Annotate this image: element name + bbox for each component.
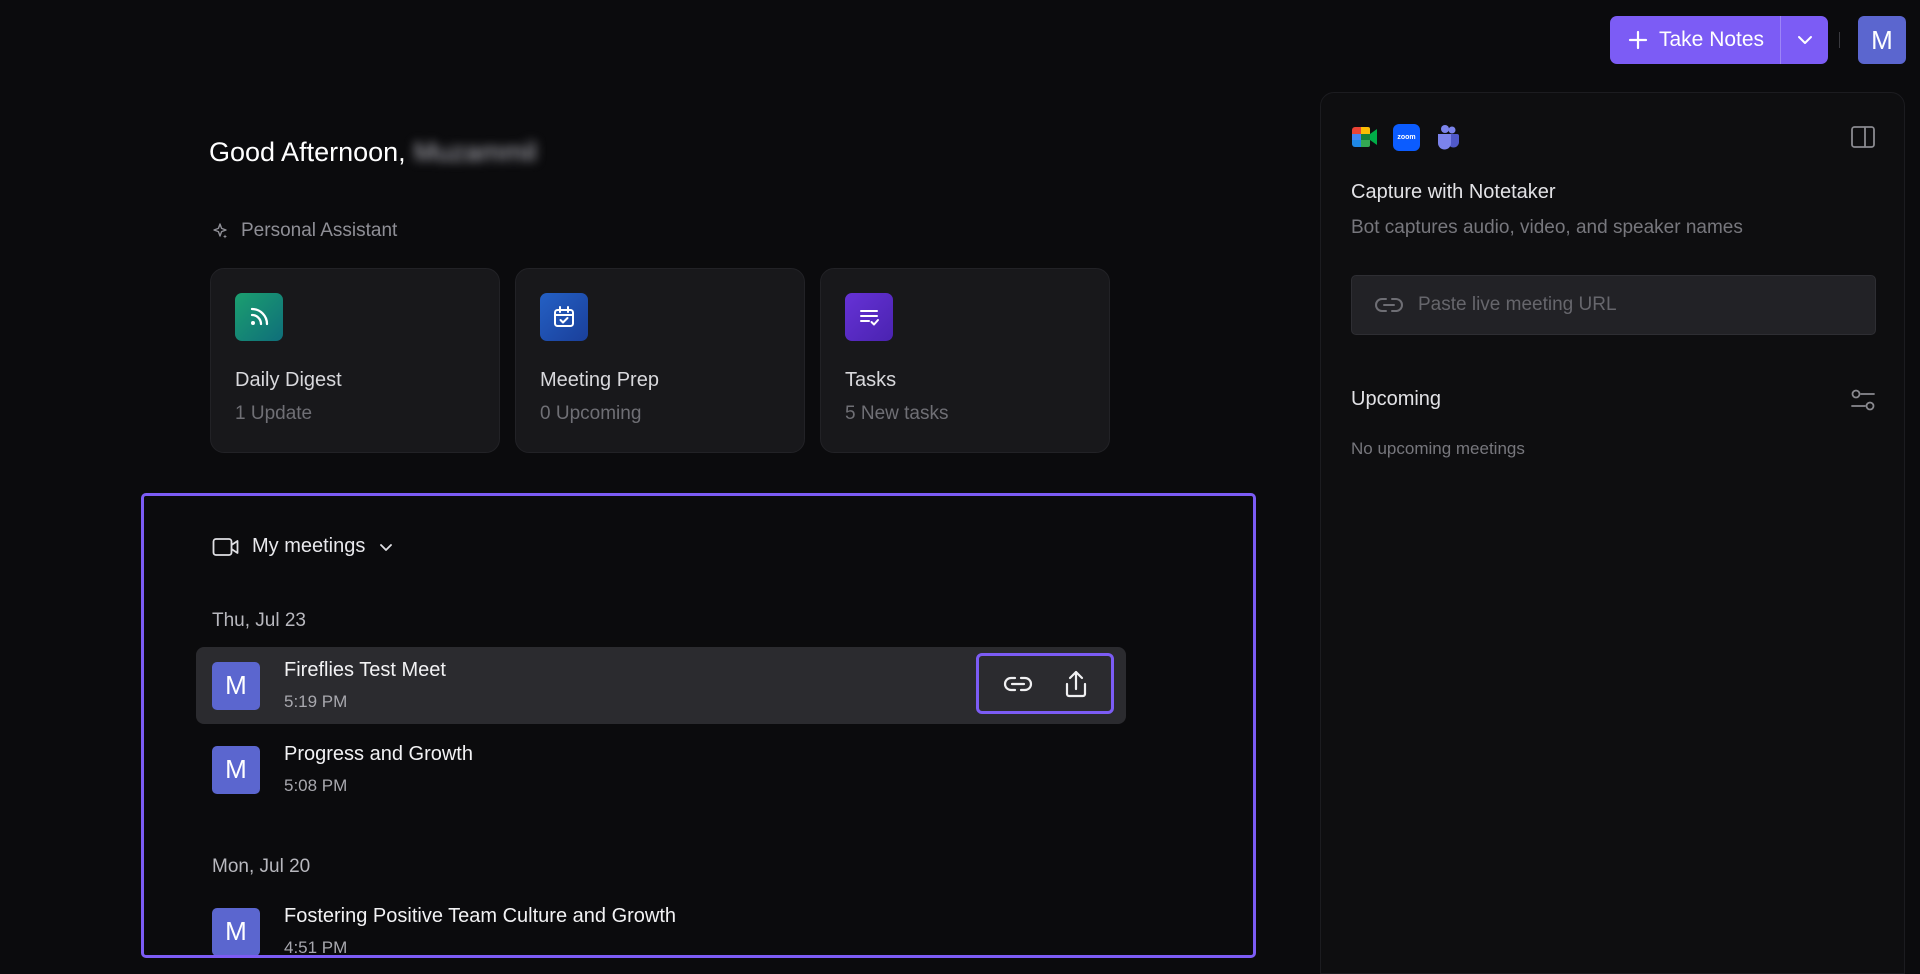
assistant-cards: Daily Digest 1 Update Meeting Prep 0 Upc… [210,268,1110,453]
google-meet-icon [1352,127,1377,147]
notetaker-panel: zoom Capture with Notetaker Bot captures… [1320,92,1905,974]
meeting-row[interactable]: M Progress and Growth 5:08 PM [196,731,1126,808]
card-subtitle: 1 Update [235,403,313,424]
card-title: Tasks [845,369,897,391]
meeting-avatar: M [212,907,260,955]
meeting-title: Fireflies Test Meet [284,659,446,681]
calendar-check-icon [540,293,588,341]
filter-settings-icon[interactable] [1850,387,1876,418]
my-meetings-section: My meetings Thu, Jul 23 M Fireflies Test… [141,493,1256,958]
toolbar-divider [1839,32,1840,48]
app-root: Take Notes M Good Afternoon, Muzammil Pe… [0,0,1920,974]
meeting-prep-card[interactable]: Meeting Prep 0 Upcoming [515,268,805,453]
meeting-title: Progress and Growth [284,743,473,765]
copy-link-icon[interactable] [1002,673,1034,695]
take-notes-split-button: Take Notes [1610,16,1828,64]
plus-icon [1628,30,1648,50]
panel-toggle-icon[interactable] [1850,125,1876,154]
link-icon [1375,298,1403,312]
take-notes-label: Take Notes [1659,28,1765,51]
zoom-icon-text: zoom [1397,133,1416,141]
card-subtitle: 5 New tasks [845,403,949,424]
personal-assistant-text: Personal Assistant [241,220,398,241]
meeting-time: 4:51 PM [284,938,348,957]
meeting-row-actions [976,653,1114,714]
meeting-time: 5:08 PM [284,776,348,795]
capture-title: Capture with Notetaker [1351,181,1556,203]
no-upcoming-text: No upcoming meetings [1351,439,1525,458]
greeting-user-name: Muzammil [413,137,537,167]
meeting-row[interactable]: M Fireflies Test Meet 5:19 PM [196,647,1126,724]
share-icon[interactable] [1063,669,1089,699]
zoom-icon: zoom [1393,123,1420,151]
meeting-avatar: M [212,661,260,710]
video-camera-icon [212,537,239,556]
platform-icons: zoom [1351,123,1462,151]
daily-digest-card[interactable]: Daily Digest 1 Update [210,268,500,453]
greeting-prefix: Good Afternoon, [209,137,406,167]
meeting-avatar: M [212,745,260,794]
date-group-label: Mon, Jul 20 [212,856,311,877]
upcoming-title: Upcoming [1351,388,1442,410]
personal-assistant-label: Personal Assistant [211,220,397,242]
capture-subtitle: Bot captures audio, video, and speaker n… [1351,217,1743,238]
rss-icon [235,293,283,341]
card-subtitle: 0 Upcoming [540,403,642,424]
user-avatar[interactable]: M [1858,16,1906,64]
my-meetings-dropdown[interactable]: My meetings [212,535,395,558]
card-title: Meeting Prep [540,369,659,391]
take-notes-button[interactable]: Take Notes [1610,16,1780,64]
greeting-heading: Good Afternoon, Muzammil [209,137,537,168]
tasks-card[interactable]: Tasks 5 New tasks [820,268,1110,453]
meeting-url-field [1351,275,1876,335]
meeting-title: Fostering Positive Team Culture and Grow… [284,905,677,927]
chevron-down-icon [1797,36,1812,44]
card-title: Daily Digest [235,369,342,391]
sparkle-icon [213,223,227,239]
chevron-down-icon [380,543,393,551]
take-notes-dropdown-button[interactable] [1781,16,1828,64]
teams-icon [1438,125,1459,150]
task-list-icon [845,293,893,341]
my-meetings-label: My meetings [252,535,366,557]
meeting-time: 5:19 PM [284,692,348,711]
meeting-row[interactable]: M Fostering Positive Team Culture and Gr… [196,893,1126,957]
date-group-label: Thu, Jul 23 [212,610,306,631]
meeting-url-input[interactable] [1418,294,1858,316]
